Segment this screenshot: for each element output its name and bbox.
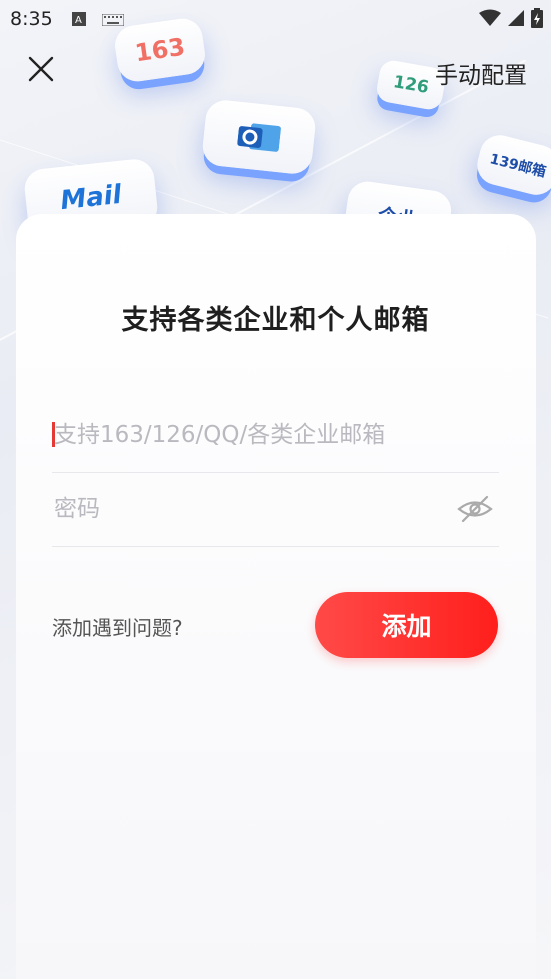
tile-163-label: 163 [133, 32, 187, 68]
close-button[interactable] [26, 54, 56, 84]
status-bar: 8:35 A [0, 0, 551, 36]
outlook-logo-icon [237, 123, 281, 152]
tile-139-label: 139邮箱 [488, 151, 548, 181]
close-icon [28, 56, 54, 82]
tile-126-label: 126 [391, 72, 431, 98]
add-button[interactable]: 添加 [315, 592, 498, 658]
battery-icon [531, 8, 543, 32]
wifi-icon [479, 9, 501, 31]
eye-hidden-icon[interactable] [457, 494, 493, 524]
tile-mail-label: Mail [58, 179, 124, 217]
email-input[interactable] [52, 398, 446, 472]
keyboard-icon [101, 11, 125, 30]
page-title: 支持各类企业和个人邮箱 [121, 305, 430, 336]
status-time: 8:35 [10, 8, 53, 30]
manual-config-link[interactable]: 手动配置 [435, 56, 527, 90]
password-field-row [52, 472, 499, 547]
svg-text:A: A [75, 15, 82, 26]
signal-icon [507, 9, 525, 31]
password-input[interactable] [52, 472, 446, 546]
a-notification-icon: A [72, 11, 86, 30]
email-field-row [52, 398, 499, 473]
help-link[interactable]: 添加遇到问题? [52, 612, 183, 641]
outlook-icon [200, 98, 318, 176]
